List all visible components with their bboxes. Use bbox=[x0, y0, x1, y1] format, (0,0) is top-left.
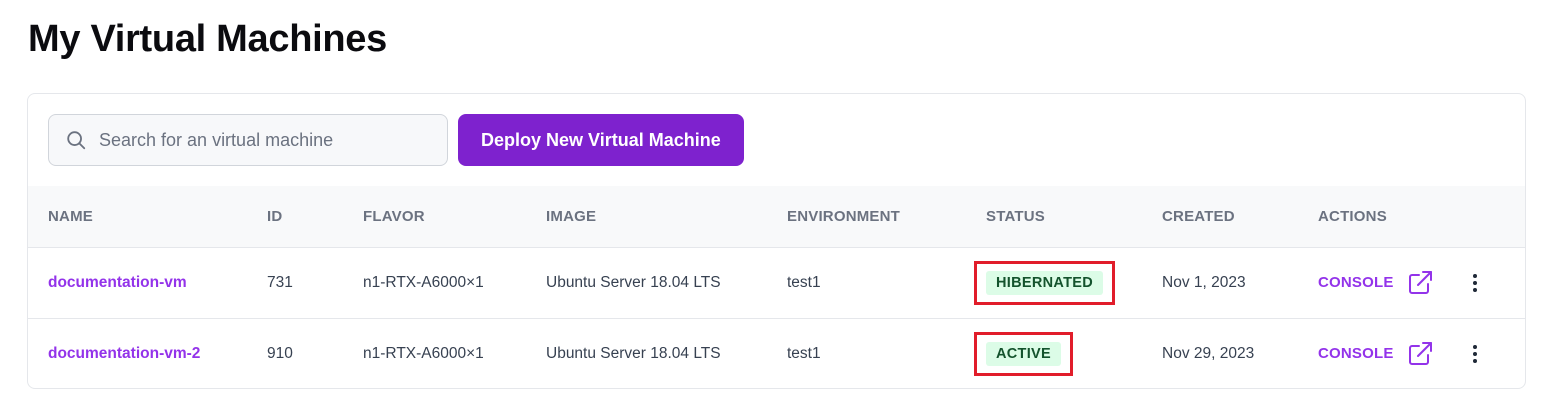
vm-created: Nov 1, 2023 bbox=[1162, 273, 1246, 291]
vm-table: NAME ID FLAVOR IMAGE ENVIRONMENT STATUS … bbox=[28, 186, 1525, 388]
more-vertical-icon[interactable] bbox=[1472, 344, 1478, 364]
search-box[interactable] bbox=[48, 114, 448, 166]
vm-name-link[interactable]: documentation-vm-2 bbox=[48, 345, 200, 362]
status-badge: ACTIVE bbox=[986, 341, 1061, 366]
table-row: documentation-vm-2 910 n1-RTX-A6000×1 Ub… bbox=[28, 318, 1525, 388]
more-vertical-icon[interactable] bbox=[1472, 273, 1478, 293]
external-link-icon[interactable] bbox=[1406, 340, 1434, 368]
row-actions: CONSOLE bbox=[1318, 340, 1525, 368]
vm-flavor: n1-RTX-A6000×1 bbox=[363, 273, 484, 291]
vm-created: Nov 29, 2023 bbox=[1162, 344, 1255, 362]
console-link[interactable]: CONSOLE bbox=[1318, 274, 1394, 291]
search-icon bbox=[67, 131, 86, 150]
status-highlight-box: ACTIVE bbox=[974, 331, 1073, 376]
page-title: My Virtual Machines bbox=[28, 18, 387, 60]
toolbar: Deploy New Virtual Machine bbox=[48, 114, 744, 166]
vm-card: Deploy New Virtual Machine NAME ID FLAVO… bbox=[27, 93, 1526, 389]
vm-id: 731 bbox=[267, 273, 293, 291]
table-row: documentation-vm 731 n1-RTX-A6000×1 Ubun… bbox=[28, 247, 1525, 318]
vm-id: 910 bbox=[267, 344, 293, 362]
external-link-icon[interactable] bbox=[1406, 269, 1434, 297]
status-badge: HIBERNATED bbox=[986, 270, 1103, 295]
search-input[interactable] bbox=[99, 129, 419, 151]
vm-image: Ubuntu Server 18.04 LTS bbox=[546, 344, 721, 362]
console-link[interactable]: CONSOLE bbox=[1318, 345, 1394, 362]
header-image[interactable]: IMAGE bbox=[546, 186, 787, 248]
vm-environment: test1 bbox=[787, 344, 821, 362]
vm-name-link[interactable]: documentation-vm bbox=[48, 274, 187, 291]
status-highlight-box: HIBERNATED bbox=[974, 260, 1115, 305]
header-environment[interactable]: ENVIRONMENT bbox=[787, 186, 986, 248]
table-header-row: NAME ID FLAVOR IMAGE ENVIRONMENT STATUS … bbox=[28, 186, 1525, 248]
header-created[interactable]: CREATED bbox=[1162, 186, 1318, 248]
row-actions: CONSOLE bbox=[1318, 269, 1525, 297]
header-status[interactable]: STATUS bbox=[986, 186, 1162, 248]
deploy-new-vm-button[interactable]: Deploy New Virtual Machine bbox=[458, 114, 744, 166]
vm-environment: test1 bbox=[787, 273, 821, 291]
header-flavor[interactable]: FLAVOR bbox=[363, 186, 546, 248]
header-name[interactable]: NAME bbox=[28, 186, 267, 248]
header-actions: ACTIONS bbox=[1318, 186, 1525, 248]
vm-image: Ubuntu Server 18.04 LTS bbox=[546, 273, 721, 291]
vm-flavor: n1-RTX-A6000×1 bbox=[363, 344, 484, 362]
header-id[interactable]: ID bbox=[267, 186, 363, 248]
